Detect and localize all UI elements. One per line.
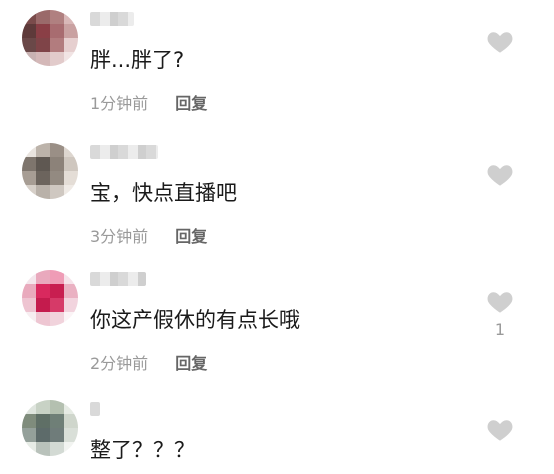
- like-count: 1: [494, 320, 506, 339]
- avatar-pixel: [50, 312, 64, 326]
- avatar-pixel: [64, 10, 78, 24]
- avatar-pixel: [64, 157, 78, 171]
- heart-icon[interactable]: [486, 28, 514, 54]
- avatar-pixel: [36, 143, 50, 157]
- avatar-pixel: [22, 157, 36, 171]
- avatar-pixel: [50, 24, 64, 38]
- avatar-pixel: [36, 171, 50, 185]
- avatar-pixel: [22, 442, 36, 456]
- avatar-pixel: [64, 298, 78, 312]
- avatar-pixel: [64, 270, 78, 284]
- avatar-pixel: [22, 298, 36, 312]
- avatar-pixel: [22, 414, 36, 428]
- username-blurred[interactable]: [90, 145, 158, 159]
- avatar-pixel: [64, 24, 78, 38]
- reply-button[interactable]: 回复: [175, 354, 207, 373]
- avatar[interactable]: [22, 270, 78, 326]
- avatar-pixel: [50, 442, 64, 456]
- avatar-pixel: [36, 442, 50, 456]
- avatar-pixel: [36, 52, 50, 66]
- avatar-pixel: [36, 428, 50, 442]
- comment-item: 胖...胖了? 1分钟前 回复: [0, 10, 554, 130]
- avatar-pixel: [36, 284, 50, 298]
- avatar-pixel: [36, 24, 50, 38]
- comment-item: 宝，快点直播吧 3分钟前 回复: [0, 143, 554, 263]
- avatar-pixel: [50, 400, 64, 414]
- avatar-pixel: [36, 10, 50, 24]
- heart-icon[interactable]: [486, 161, 514, 187]
- avatar-pixel: [50, 171, 64, 185]
- avatar-pixel: [22, 10, 36, 24]
- avatar-pixel: [36, 414, 50, 428]
- avatar-pixel: [36, 38, 50, 52]
- comment-time: 2分钟前: [90, 354, 149, 373]
- avatar-pixel: [64, 312, 78, 326]
- username-blurred[interactable]: [90, 272, 146, 286]
- avatar-pixel: [50, 414, 64, 428]
- avatar[interactable]: [22, 400, 78, 456]
- comment-text: 胖...胖了?: [90, 48, 185, 72]
- avatar-pixel: [50, 10, 64, 24]
- username-blurred[interactable]: [90, 12, 134, 26]
- avatar[interactable]: [22, 143, 78, 199]
- avatar[interactable]: [22, 10, 78, 66]
- comment-text: 整了？？？: [90, 438, 195, 462]
- avatar-pixel: [22, 52, 36, 66]
- avatar-pixel: [22, 400, 36, 414]
- avatar-pixel: [50, 185, 64, 199]
- avatar-pixel: [64, 400, 78, 414]
- avatar-pixel: [36, 157, 50, 171]
- comment-item: 整了？？？: [0, 400, 554, 474]
- avatar-pixel: [36, 312, 50, 326]
- reply-button[interactable]: 回复: [175, 94, 207, 113]
- comment-meta: 3分钟前 回复: [90, 223, 207, 247]
- avatar-pixel: [50, 157, 64, 171]
- avatar-pixel: [64, 143, 78, 157]
- heart-icon[interactable]: [486, 288, 514, 314]
- avatar-pixel: [22, 284, 36, 298]
- avatar-pixel: [64, 185, 78, 199]
- avatar-pixel: [50, 38, 64, 52]
- comment-meta: 1分钟前 回复: [90, 90, 207, 114]
- avatar-pixel: [50, 143, 64, 157]
- avatar-pixel: [36, 185, 50, 199]
- comment-time: 3分钟前: [90, 227, 149, 246]
- avatar-pixel: [64, 414, 78, 428]
- avatar-pixel: [22, 38, 36, 52]
- avatar-pixel: [22, 185, 36, 199]
- avatar-pixel: [36, 298, 50, 312]
- avatar-pixel: [36, 270, 50, 284]
- comment-text: 你这产假休的有点长哦: [90, 308, 300, 332]
- avatar-pixel: [64, 171, 78, 185]
- avatar-pixel: [36, 400, 50, 414]
- avatar-pixel: [22, 428, 36, 442]
- reply-button[interactable]: 回复: [175, 227, 207, 246]
- avatar-pixel: [22, 171, 36, 185]
- username-blurred[interactable]: [90, 402, 100, 416]
- avatar-pixel: [22, 143, 36, 157]
- comment-item: 你这产假休的有点长哦 2分钟前 回复 1: [0, 270, 554, 390]
- heart-icon[interactable]: [486, 416, 514, 442]
- avatar-pixel: [64, 52, 78, 66]
- comment-text: 宝，快点直播吧: [90, 181, 237, 205]
- avatar-pixel: [64, 428, 78, 442]
- avatar-pixel: [50, 270, 64, 284]
- avatar-pixel: [50, 298, 64, 312]
- avatar-pixel: [22, 270, 36, 284]
- avatar-pixel: [64, 442, 78, 456]
- comment-meta: 2分钟前 回复: [90, 350, 207, 374]
- comment-time: 1分钟前: [90, 94, 149, 113]
- avatar-pixel: [50, 428, 64, 442]
- avatar-pixel: [50, 52, 64, 66]
- avatar-pixel: [50, 284, 64, 298]
- avatar-pixel: [64, 284, 78, 298]
- avatar-pixel: [22, 312, 36, 326]
- avatar-pixel: [64, 38, 78, 52]
- avatar-pixel: [22, 24, 36, 38]
